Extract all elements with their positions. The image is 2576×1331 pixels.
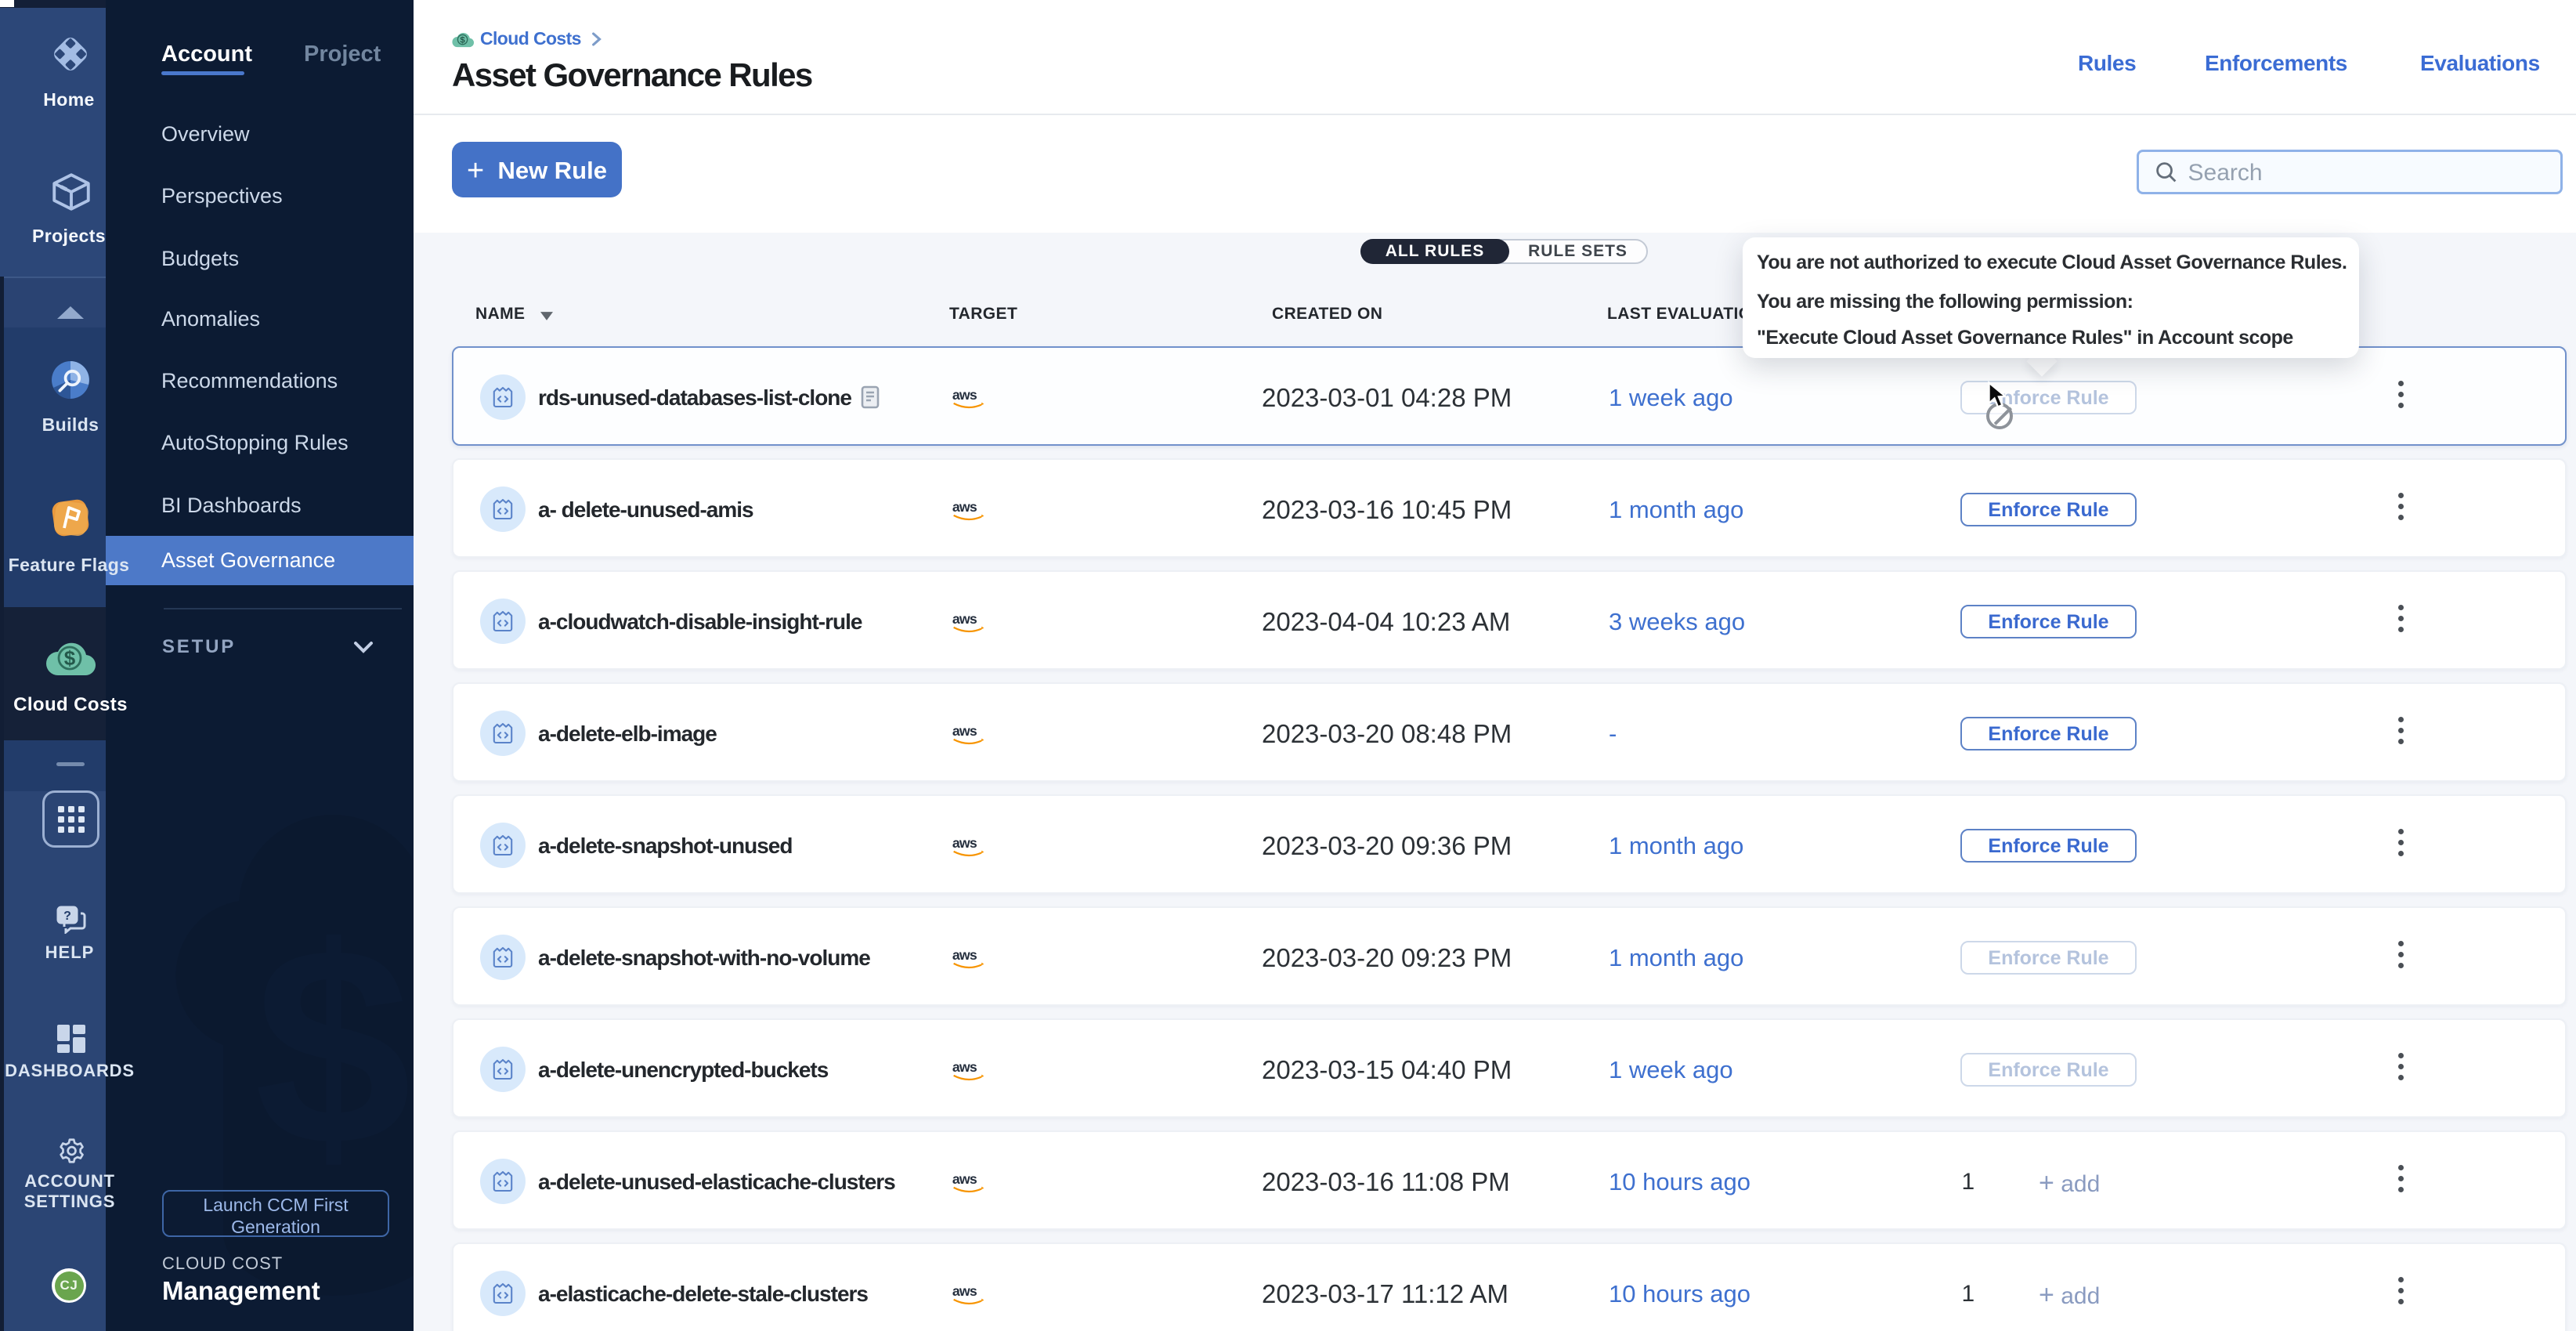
svg-text:$: $ bbox=[64, 646, 76, 670]
svg-text:aws: aws bbox=[952, 1171, 977, 1187]
svg-text:aws: aws bbox=[952, 947, 977, 963]
svg-text:?: ? bbox=[63, 910, 71, 923]
svg-text:aws: aws bbox=[952, 499, 977, 515]
svg-text:$: $ bbox=[255, 889, 411, 1204]
svg-text:aws: aws bbox=[952, 1283, 977, 1299]
svg-text:$: $ bbox=[460, 35, 465, 45]
svg-text:aws: aws bbox=[952, 611, 977, 627]
svg-text:aws: aws bbox=[952, 1059, 977, 1075]
svg-text:aws: aws bbox=[952, 835, 977, 851]
svg-text:aws: aws bbox=[952, 723, 977, 739]
svg-text:aws: aws bbox=[952, 387, 977, 403]
